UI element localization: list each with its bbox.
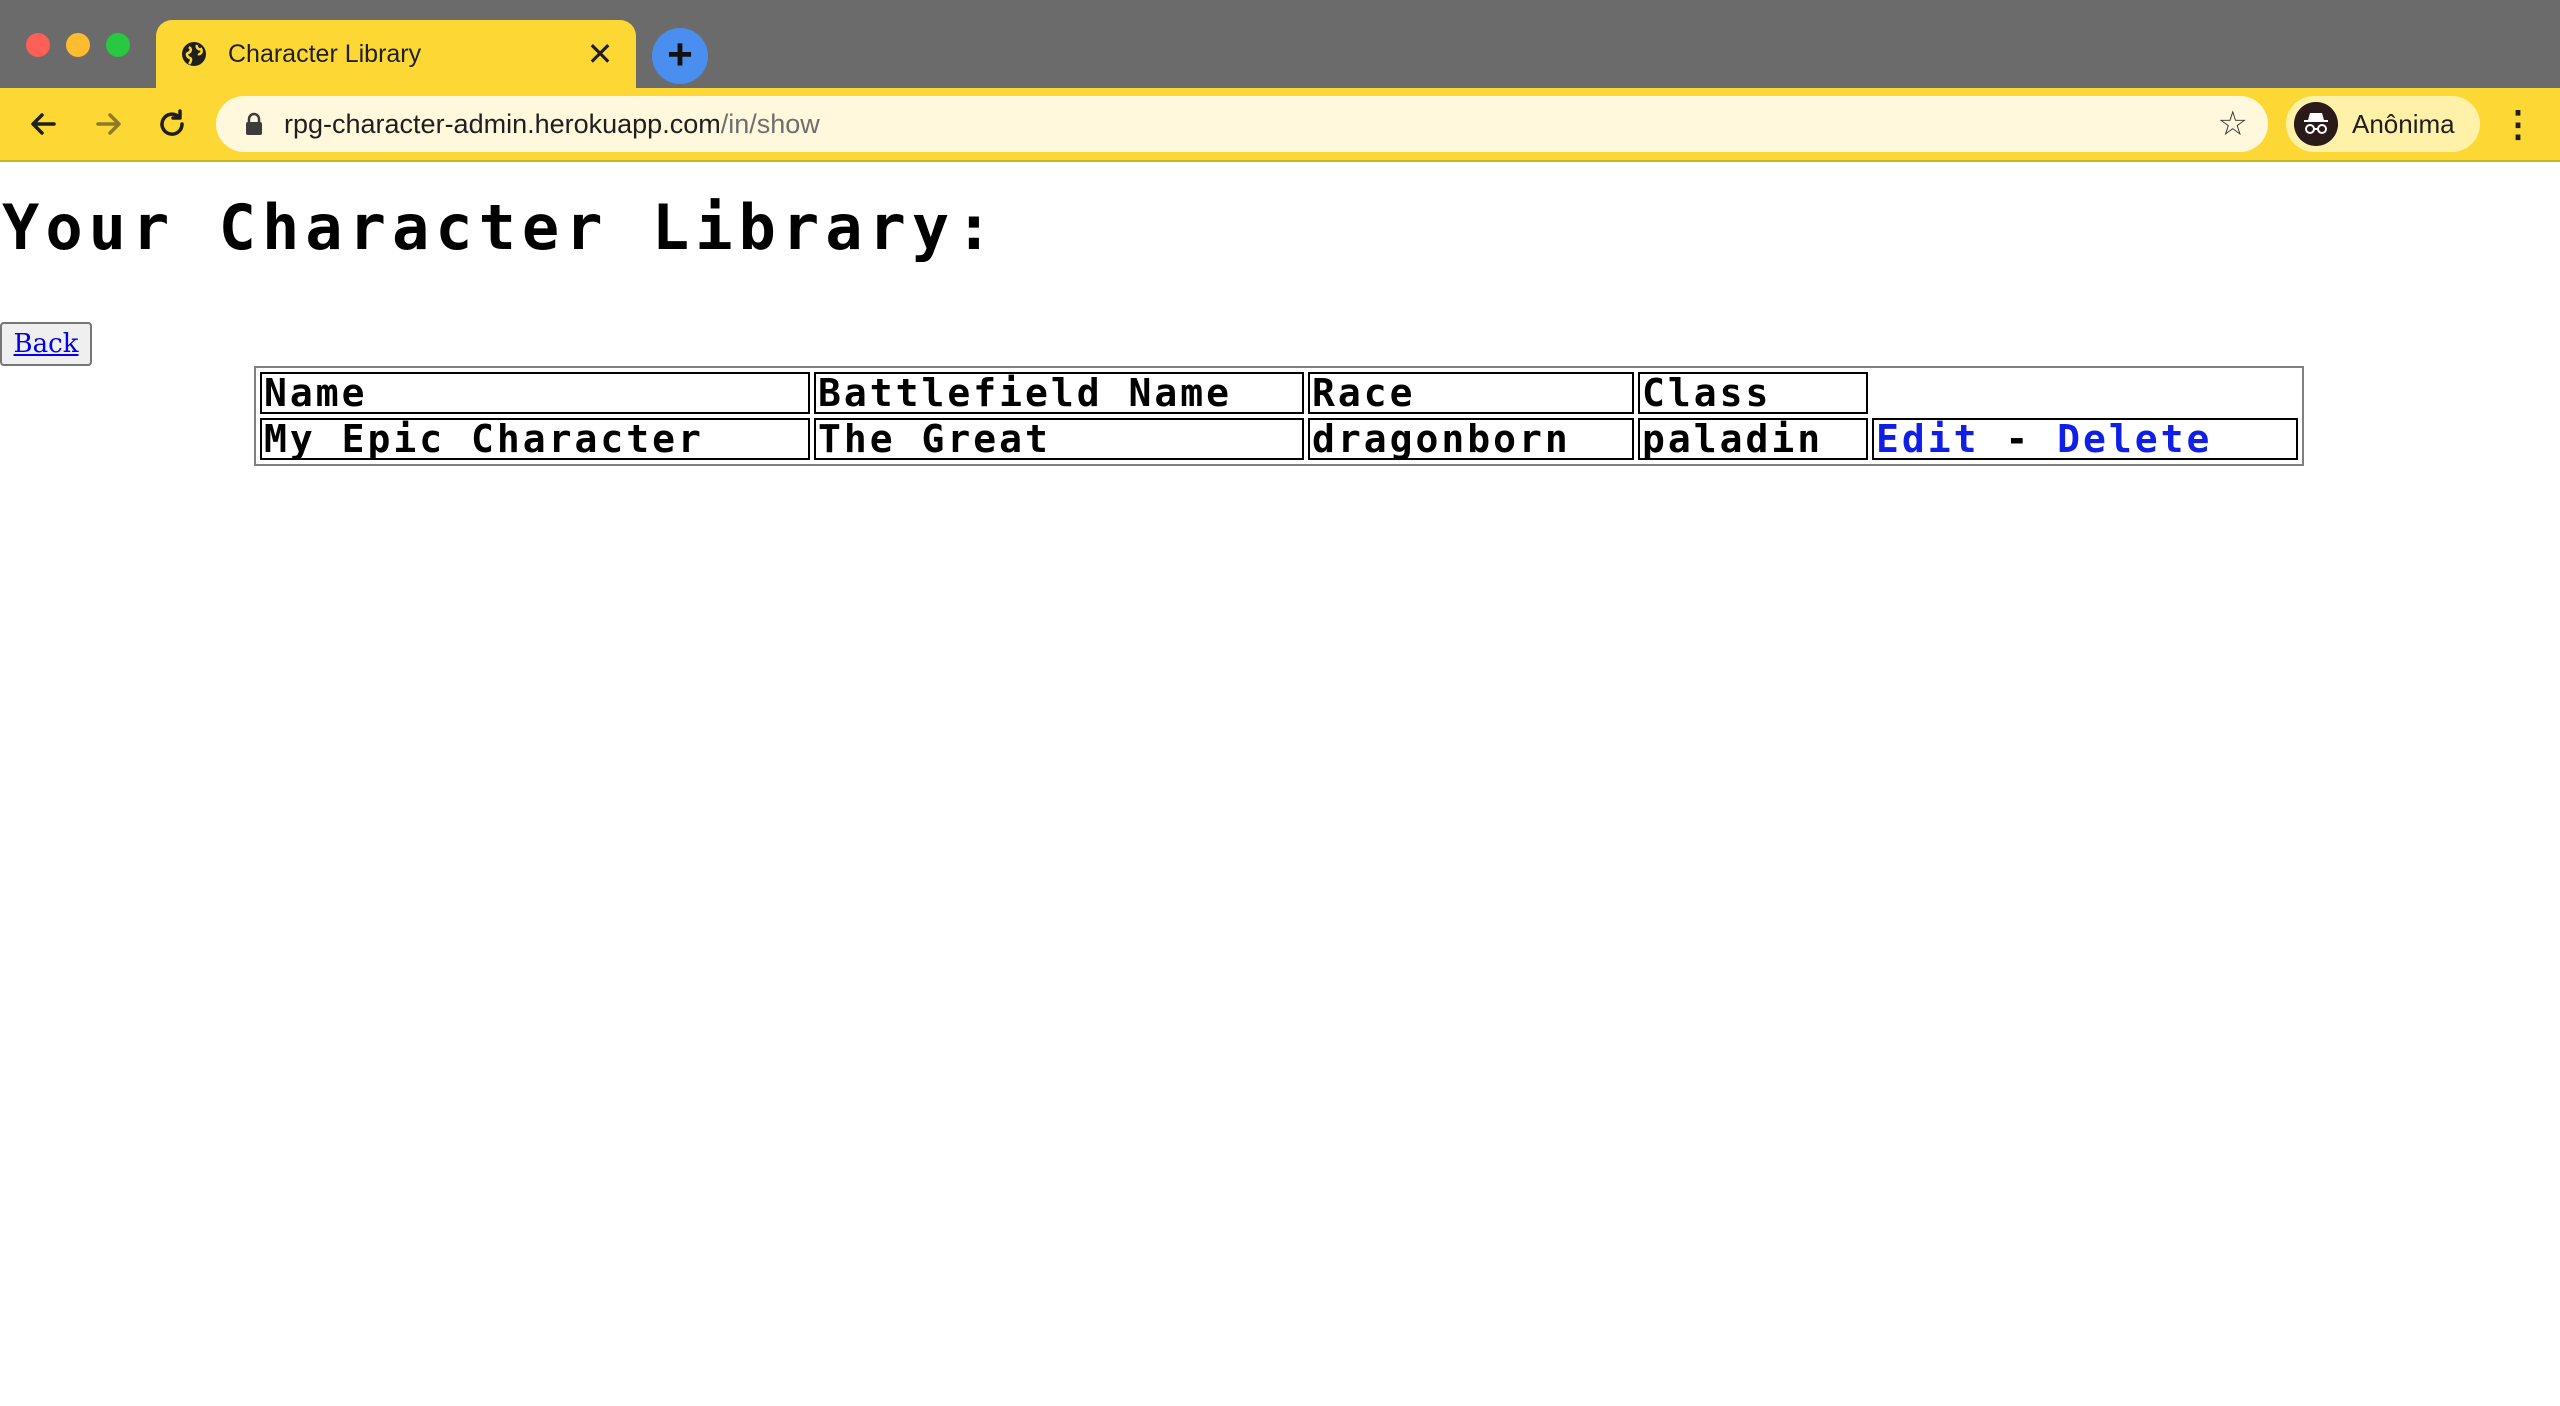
column-header-class: Class xyxy=(1638,372,1868,414)
cell-name: My Epic Character xyxy=(260,418,810,460)
star-icon[interactable]: ☆ xyxy=(2218,106,2248,142)
forward-arrow-icon[interactable] xyxy=(86,102,130,146)
tab-strip: Character Library ✕ + xyxy=(0,0,2560,88)
page-content: Your Character Library: Back Name Battle… xyxy=(0,162,2560,1406)
column-header-actions xyxy=(1872,372,2298,414)
close-window-button[interactable] xyxy=(26,33,50,57)
maximize-window-button[interactable] xyxy=(106,33,130,57)
edit-link[interactable]: Edit xyxy=(1876,417,1980,461)
cell-actions: Edit - Delete xyxy=(1872,418,2298,460)
url-host: rpg-character-admin.herokuapp.com xyxy=(284,109,721,139)
tab-title: Character Library xyxy=(228,40,422,68)
incognito-icon xyxy=(2294,102,2338,146)
reload-icon[interactable] xyxy=(150,102,194,146)
column-header-race: Race xyxy=(1308,372,1634,414)
cell-class: paladin xyxy=(1638,418,1868,460)
column-header-battlefield-name: Battlefield Name xyxy=(814,372,1304,414)
delete-link[interactable]: Delete xyxy=(2057,417,2212,461)
table-header-row: Name Battlefield Name Race Class xyxy=(260,372,2298,414)
url-text[interactable]: rpg-character-admin.herokuapp.com/in/sho… xyxy=(284,108,820,140)
browser-tab[interactable]: Character Library ✕ xyxy=(156,20,636,88)
cell-race: dragonborn xyxy=(1308,418,1634,460)
character-table: Name Battlefield Name Race Class My Epic… xyxy=(254,366,2304,466)
browser-toolbar: rpg-character-admin.herokuapp.com/in/sho… xyxy=(0,88,2560,160)
minimize-window-button[interactable] xyxy=(66,33,90,57)
back-arrow-icon[interactable] xyxy=(22,102,66,146)
page-title: Your Character Library: xyxy=(2,191,999,264)
column-header-name: Name xyxy=(260,372,810,414)
kebab-menu-icon[interactable]: ⋮ xyxy=(2500,102,2536,146)
cell-battlefield-name: The Great xyxy=(814,418,1304,460)
back-button[interactable]: Back xyxy=(0,322,92,366)
close-tab-icon[interactable]: ✕ xyxy=(584,36,616,72)
action-separator: - xyxy=(1979,417,2058,461)
url-path: /in/show xyxy=(720,109,820,139)
profile-button[interactable]: Anônima xyxy=(2286,96,2480,152)
new-tab-button[interactable]: + xyxy=(652,28,708,84)
address-bar[interactable]: rpg-character-admin.herokuapp.com/in/sho… xyxy=(216,96,2268,152)
lock-icon[interactable] xyxy=(244,112,264,136)
profile-name: Anônima xyxy=(2352,109,2455,139)
globe-icon xyxy=(182,42,206,66)
table-row: My Epic Character The Great dragonborn p… xyxy=(260,418,2298,460)
